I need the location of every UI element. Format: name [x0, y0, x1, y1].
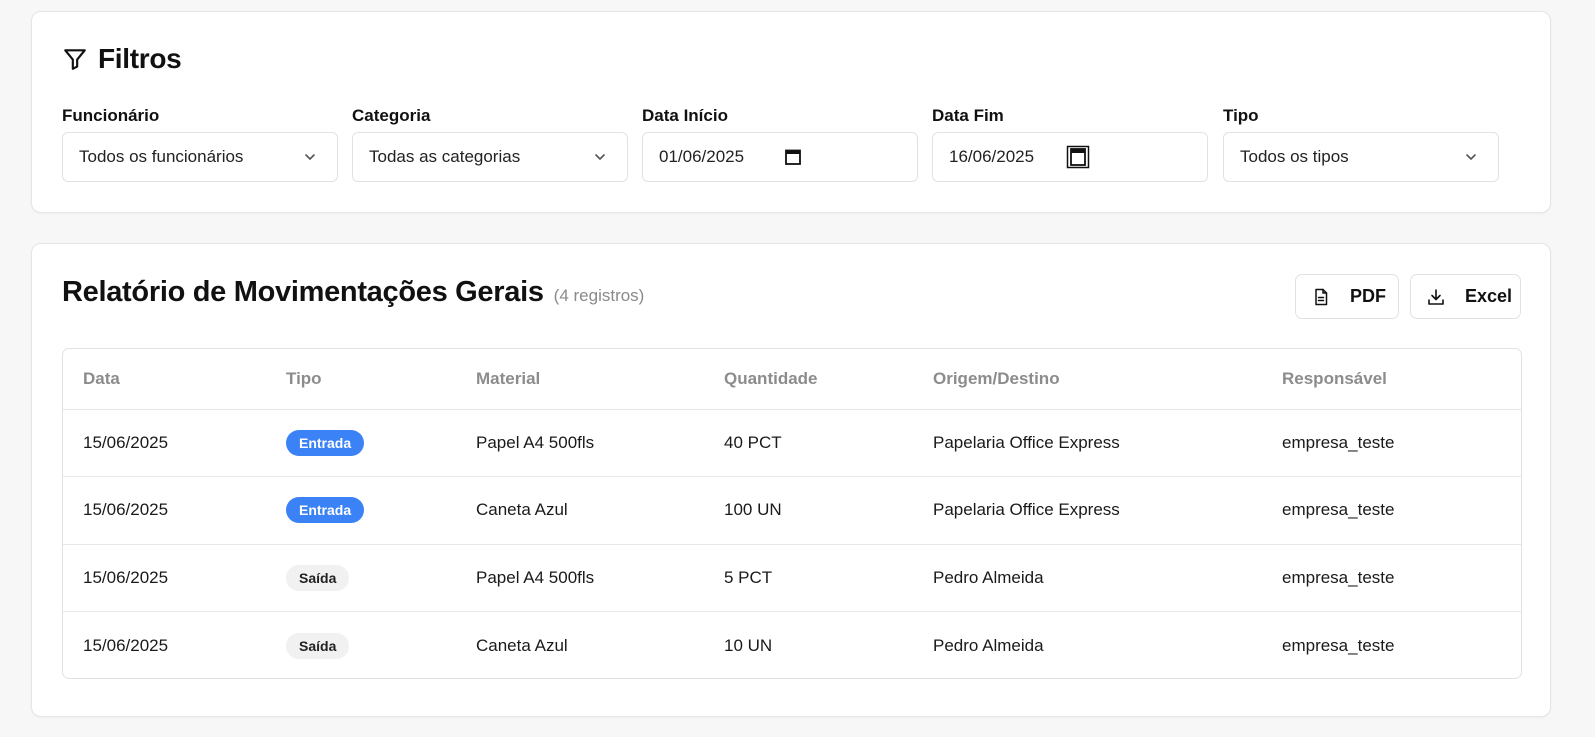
table-row: 15/06/2025 Entrada Papel A4 500fls 40 PC… [63, 409, 1521, 477]
column-header-responsavel[interactable]: Responsável [1262, 349, 1521, 410]
filter-data-inicio-label: Data Início [642, 106, 728, 125]
chevron-down-icon [303, 150, 317, 164]
funcionario-select-value: Todos os funcionários [79, 147, 244, 166]
filter-funcionario-label: Funcionário [62, 106, 160, 125]
cell-tipo: Saída [266, 544, 456, 612]
filter-tipo: Tipo Todos os tipos [1223, 105, 1499, 182]
chevron-down-icon [593, 150, 607, 164]
filter-tipo-label: Tipo [1223, 106, 1259, 125]
cell-material: Papel A4 500fls [456, 409, 704, 477]
filters-heading: Filtros [62, 43, 182, 75]
data-inicio-value: 01/06/2025 [659, 147, 745, 166]
report-count: (4 registros) [553, 286, 645, 305]
column-header-material[interactable]: Material [456, 349, 704, 410]
cell-quantidade: 40 PCT [704, 409, 913, 477]
type-badge-entrada: Entrada [286, 429, 365, 456]
cell-data: 15/06/2025 [63, 409, 266, 477]
categoria-select[interactable]: Todas as categorias [352, 132, 628, 182]
filters-title: Filtros [98, 43, 182, 74]
type-badge-saida: Saída [286, 632, 350, 659]
column-header-origem-destino[interactable]: Origem/Destino [913, 349, 1262, 410]
data-inicio-input[interactable]: 01/06/2025 [642, 132, 918, 182]
cell-material: Caneta Azul [476, 635, 568, 655]
calendar-icon[interactable] [784, 148, 802, 166]
calendar-icon[interactable] [1066, 145, 1090, 169]
type-badge-entrada: Entrada [286, 497, 365, 524]
export-excel-button[interactable]: Excel [1410, 274, 1521, 319]
report-header: Relatório de Movimentações Gerais (4 reg… [62, 276, 644, 309]
filter-data-fim-label: Data Fim [932, 106, 1004, 125]
cell-quantidade: 10 UN [724, 635, 773, 655]
cell-data: 15/06/2025 [63, 544, 266, 612]
type-badge-saida: Saída [286, 564, 350, 591]
export-excel-label: Excel [1465, 286, 1513, 306]
report-title: Relatório de Movimentações Gerais [62, 276, 544, 308]
report-panel: Relatório de Movimentações Gerais (4 reg… [31, 243, 1551, 717]
filter-data-inicio: Data Início 01/06/2025 [642, 105, 918, 182]
cell-quantidade: 100 UN [704, 476, 913, 545]
report-table-container: Data Tipo Material Quantidade Origem/Des… [62, 348, 1522, 679]
filter-categoria-label: Categoria [352, 106, 431, 125]
column-header-quantidade[interactable]: Quantidade [704, 349, 913, 410]
cell-tipo: Entrada [266, 409, 456, 477]
filter-data-fim: Data Fim 16/06/2025 [932, 105, 1208, 182]
cell-data: 15/06/2025 [63, 476, 266, 545]
table-row: 15/06/2025 Entrada Caneta Azul 100 UN Pa… [63, 476, 1521, 545]
cell-tipo: Entrada [266, 476, 456, 545]
data-fim-input[interactable]: 16/06/2025 [932, 132, 1208, 182]
cell-data: 15/06/2025 [83, 635, 169, 655]
cell-origem-destino: Pedro Almeida [913, 544, 1262, 612]
filter-icon [62, 46, 88, 72]
download-icon [1427, 288, 1445, 306]
cell-origem-destino: Papelaria Office Express [913, 476, 1262, 545]
export-pdf-button[interactable]: PDF [1295, 274, 1399, 319]
filter-funcionario: Funcionário Todos os funcionários [62, 105, 338, 182]
table-row: 15/06/2025 Saída Caneta Azul 10 UN Pedro… [63, 612, 1521, 679]
cell-responsavel: empresa_teste [1262, 476, 1521, 545]
table-row: 15/06/2025 Saída Papel A4 500fls 5 PCT P… [63, 544, 1521, 612]
cell-origem-destino: Pedro Almeida [933, 635, 1044, 655]
report-table: Data Tipo Material Quantidade Origem/Des… [63, 349, 1521, 679]
data-fim-value: 16/06/2025 [949, 147, 1035, 166]
filters-panel: Filtros Funcionário Todos os funcionário… [31, 11, 1551, 213]
cell-origem-destino: Papelaria Office Express [913, 409, 1262, 477]
column-header-tipo[interactable]: Tipo [266, 349, 456, 410]
cell-quantidade: 5 PCT [704, 544, 913, 612]
chevron-down-icon [1464, 150, 1478, 164]
cell-responsavel: empresa_teste [1262, 544, 1521, 612]
cell-tipo: Saída [266, 612, 456, 679]
tipo-select-value: Todos os tipos [1240, 147, 1349, 166]
categoria-select-value: Todas as categorias [369, 147, 521, 166]
cell-responsavel: empresa_teste [1282, 635, 1395, 655]
cell-responsavel: empresa_teste [1262, 409, 1521, 477]
tipo-select[interactable]: Todos os tipos [1223, 132, 1499, 182]
table-header-row: Data Tipo Material Quantidade Origem/Des… [63, 349, 1521, 410]
cell-material: Papel A4 500fls [456, 544, 704, 612]
filter-categoria: Categoria Todas as categorias [352, 105, 628, 182]
funcionario-select[interactable]: Todos os funcionários [62, 132, 338, 182]
file-text-icon [1312, 288, 1330, 306]
column-header-data[interactable]: Data [63, 349, 266, 410]
cell-material: Caneta Azul [456, 476, 704, 545]
export-pdf-label: PDF [1350, 286, 1386, 306]
